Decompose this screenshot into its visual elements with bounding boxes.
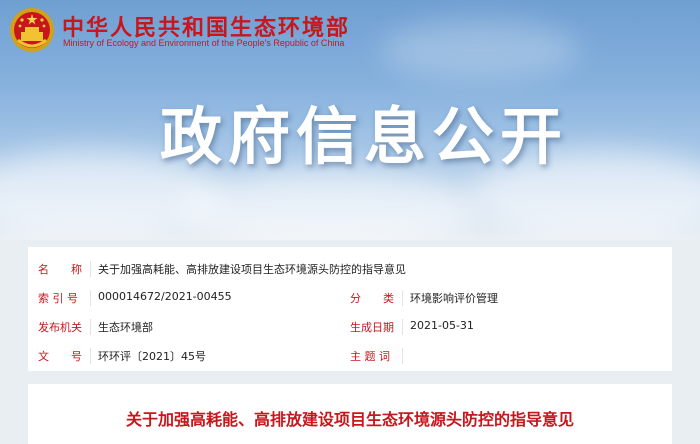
category-label: 分 类 bbox=[350, 292, 394, 305]
issuer-label: 发布机关 bbox=[38, 321, 82, 334]
index-value: 000014672/2021-00455 bbox=[98, 290, 232, 303]
divider bbox=[402, 348, 403, 364]
document-title-panel: 关于加强高耗能、高排放建设项目生态环境源头防控的指导意见 bbox=[28, 384, 672, 444]
header-banner: 中华人民共和国生态环境部 Ministry of Ecology and Env… bbox=[0, 0, 700, 240]
docno-value: 环环评〔2021〕45号 bbox=[98, 350, 206, 363]
name-value: 关于加强高耗能、高排放建设项目生态环境源头防控的指导意见 bbox=[98, 263, 406, 276]
date-value: 2021-05-31 bbox=[410, 319, 474, 332]
meta-row-docno: 文 号 环环评〔2021〕45号 主 题 词 bbox=[28, 342, 672, 370]
divider bbox=[90, 348, 91, 364]
meta-row-index: 索 引 号 000014672/2021-00455 分 类 环境影响评价管理 bbox=[28, 284, 672, 312]
date-label: 生成日期 bbox=[350, 321, 394, 334]
divider bbox=[402, 319, 403, 335]
category-value: 环境影响评价管理 bbox=[410, 292, 498, 305]
divider bbox=[402, 290, 403, 306]
national-emblem-icon[interactable] bbox=[8, 6, 56, 54]
keywords-label: 主 题 词 bbox=[350, 350, 390, 363]
divider bbox=[90, 261, 91, 277]
name-label: 名 称 bbox=[38, 263, 82, 276]
index-label: 索 引 号 bbox=[38, 292, 78, 305]
issuer-value: 生态环境部 bbox=[98, 321, 153, 334]
cloud-decoration bbox=[380, 20, 580, 80]
meta-row-name: 名 称 关于加强高耗能、高排放建设项目生态环境源头防控的指导意见 bbox=[28, 255, 672, 283]
divider bbox=[90, 290, 91, 306]
meta-row-issuer: 发布机关 生态环境部 生成日期 2021-05-31 bbox=[28, 313, 672, 341]
document-title: 关于加强高耗能、高排放建设项目生态环境源头防控的指导意见 bbox=[125, 410, 574, 429]
banner-title: 政府信息公开 bbox=[160, 100, 569, 173]
docno-label: 文 号 bbox=[38, 350, 82, 363]
cloud-decoration bbox=[180, 170, 480, 240]
document-metadata-panel: 名 称 关于加强高耗能、高排放建设项目生态环境源头防控的指导意见 索 引 号 0… bbox=[28, 247, 672, 371]
site-subtitle: Ministry of Ecology and Environment of t… bbox=[63, 38, 345, 48]
divider bbox=[90, 319, 91, 335]
